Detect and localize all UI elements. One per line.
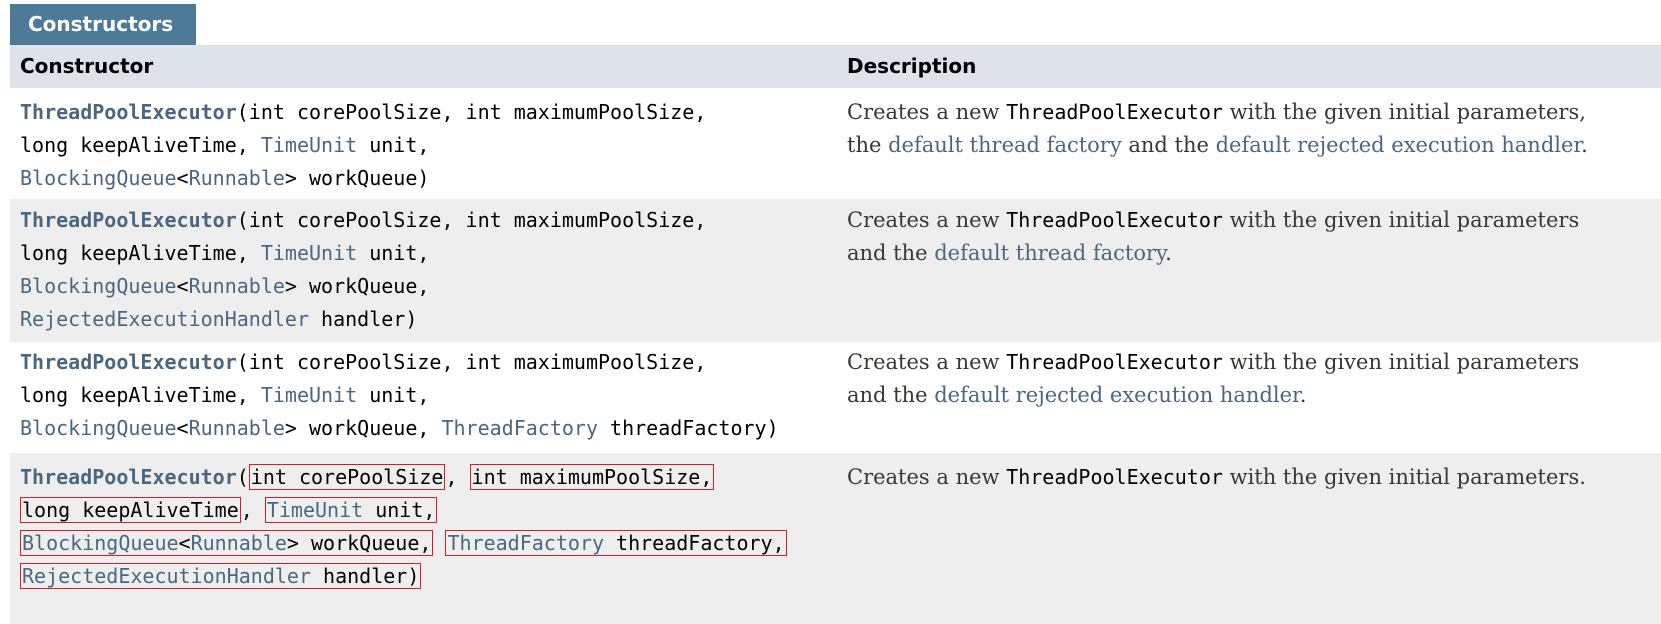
param: long keepAliveTime (20, 241, 237, 265)
highlighted-param: int corePoolSize (248, 464, 446, 490)
param-name: threadFactory (604, 531, 773, 555)
constructor-description: Creates a new ThreadPoolExecutor with th… (847, 346, 1627, 412)
class-code: ThreadPoolExecutor (1006, 100, 1223, 124)
desc-text: Creates a new (847, 208, 1007, 232)
type-link[interactable]: Runnable (189, 416, 285, 440)
desc-text: Creates a new (847, 350, 1007, 374)
default-rejected-handler-link[interactable]: default rejected execution handler (934, 383, 1300, 407)
constructor-signature: ThreadPoolExecutor(int corePoolSize, int… (20, 350, 779, 440)
type-link[interactable]: Runnable (189, 274, 285, 298)
constructor-link[interactable]: ThreadPoolExecutor (20, 465, 237, 489)
highlighted-param: int maximumPoolSize, (469, 464, 715, 490)
desc-text: with the given initial parameters (1222, 350, 1580, 374)
table-header: Constructor Description (10, 45, 1661, 88)
constructor-link[interactable]: ThreadPoolExecutor (20, 100, 237, 124)
param: int corePoolSize (248, 100, 442, 124)
param: int corePoolSize (248, 208, 442, 232)
default-rejected-handler-link[interactable]: default rejected execution handler (1216, 133, 1582, 157)
type-link[interactable]: Runnable (191, 531, 287, 555)
constructor-link[interactable]: ThreadPoolExecutor (20, 350, 237, 374)
desc-text: and the (847, 383, 935, 407)
type-link[interactable]: TimeUnit (261, 241, 357, 265)
constructor-signature: ThreadPoolExecutor(int corePoolSize, int… (20, 464, 787, 589)
constructor-summary-table: Constructor Description ThreadPoolExecut… (10, 45, 1661, 624)
type-link[interactable]: BlockingQueue (20, 166, 177, 190)
param: int maximumPoolSize (465, 208, 695, 232)
column-header-constructor: Constructor (20, 54, 154, 78)
desc-text: the (847, 133, 889, 157)
type-link[interactable]: TimeUnit (261, 133, 357, 157)
type-link[interactable]: ThreadFactory (447, 531, 604, 555)
type-link[interactable]: BlockingQueue (22, 531, 179, 555)
param-name: unit (357, 383, 418, 407)
param-name: > workQueue (286, 531, 420, 555)
highlighted-param: long keepAliveTime (20, 497, 241, 523)
constructor-description: Creates a new ThreadPoolExecutor with th… (847, 96, 1627, 162)
type-link[interactable]: BlockingQueue (20, 416, 177, 440)
param-name: > workQueue (284, 274, 418, 298)
param: int corePoolSize (248, 350, 442, 374)
desc-text: . (1299, 383, 1307, 407)
param: long keepAliveTime (20, 133, 237, 157)
param: int maximumPoolSize (465, 350, 695, 374)
desc-text: Creates a new (847, 465, 1007, 489)
param: int maximumPoolSize (465, 100, 695, 124)
constructor-description: Creates a new ThreadPoolExecutor with th… (847, 204, 1627, 270)
constructor-signature: ThreadPoolExecutor(int corePoolSize, int… (20, 208, 707, 331)
table-row: ThreadPoolExecutor(int corePoolSize, int… (10, 88, 1661, 199)
param-name: handler (308, 307, 406, 331)
constructors-tab[interactable]: Constructors (10, 4, 196, 45)
param-name: handler (310, 564, 408, 588)
type-link[interactable]: RejectedExecutionHandler (20, 307, 309, 331)
constructor-description: Creates a new ThreadPoolExecutor with th… (847, 461, 1627, 494)
param-name: unit (357, 241, 418, 265)
type-link[interactable]: ThreadFactory (441, 416, 598, 440)
param-name: > workQueue (284, 416, 418, 440)
type-link[interactable]: RejectedExecutionHandler (22, 564, 311, 588)
desc-text: with the given initial parameters. (1222, 465, 1586, 489)
param-name: unit (357, 133, 418, 157)
highlighted-param: TimeUnit unit, (264, 497, 438, 523)
type-link[interactable]: BlockingQueue (20, 274, 177, 298)
desc-text: with the given initial parameters, (1222, 100, 1586, 124)
param-name: unit (363, 498, 424, 522)
desc-text: . (1165, 241, 1172, 265)
class-code: ThreadPoolExecutor (1006, 465, 1223, 489)
type-link[interactable]: Runnable (189, 166, 285, 190)
highlighted-param: ThreadFactory threadFactory, (445, 530, 787, 556)
highlighted-param: RejectedExecutionHandler handler) (20, 563, 422, 589)
default-thread-factory-link[interactable]: default thread factory (888, 133, 1122, 157)
highlighted-param: BlockingQueue<Runnable> workQueue, (20, 530, 434, 556)
table-row: ThreadPoolExecutor(int corePoolSize, int… (10, 453, 1661, 624)
param: long keepAliveTime (20, 383, 237, 407)
desc-text: with the given initial parameters (1222, 208, 1580, 232)
class-code: ThreadPoolExecutor (1006, 208, 1223, 232)
constructor-link[interactable]: ThreadPoolExecutor (20, 208, 237, 232)
desc-text: . (1581, 133, 1588, 157)
column-header-description: Description (847, 54, 977, 78)
param-name: > workQueue (284, 166, 418, 190)
table-row: ThreadPoolExecutor(int corePoolSize, int… (10, 342, 1661, 453)
desc-text: and the (1121, 133, 1216, 157)
table-row: ThreadPoolExecutor(int corePoolSize, int… (10, 199, 1661, 342)
type-link[interactable]: TimeUnit (267, 498, 363, 522)
param-name: threadFactory (598, 416, 767, 440)
default-thread-factory-link[interactable]: default thread factory (934, 241, 1165, 265)
class-code: ThreadPoolExecutor (1006, 350, 1223, 374)
constructor-signature: ThreadPoolExecutor(int corePoolSize, int… (20, 100, 707, 190)
param: int maximumPoolSize (471, 465, 701, 489)
desc-text: and the (847, 241, 935, 265)
type-link[interactable]: TimeUnit (261, 383, 357, 407)
desc-text: Creates a new (847, 100, 1007, 124)
